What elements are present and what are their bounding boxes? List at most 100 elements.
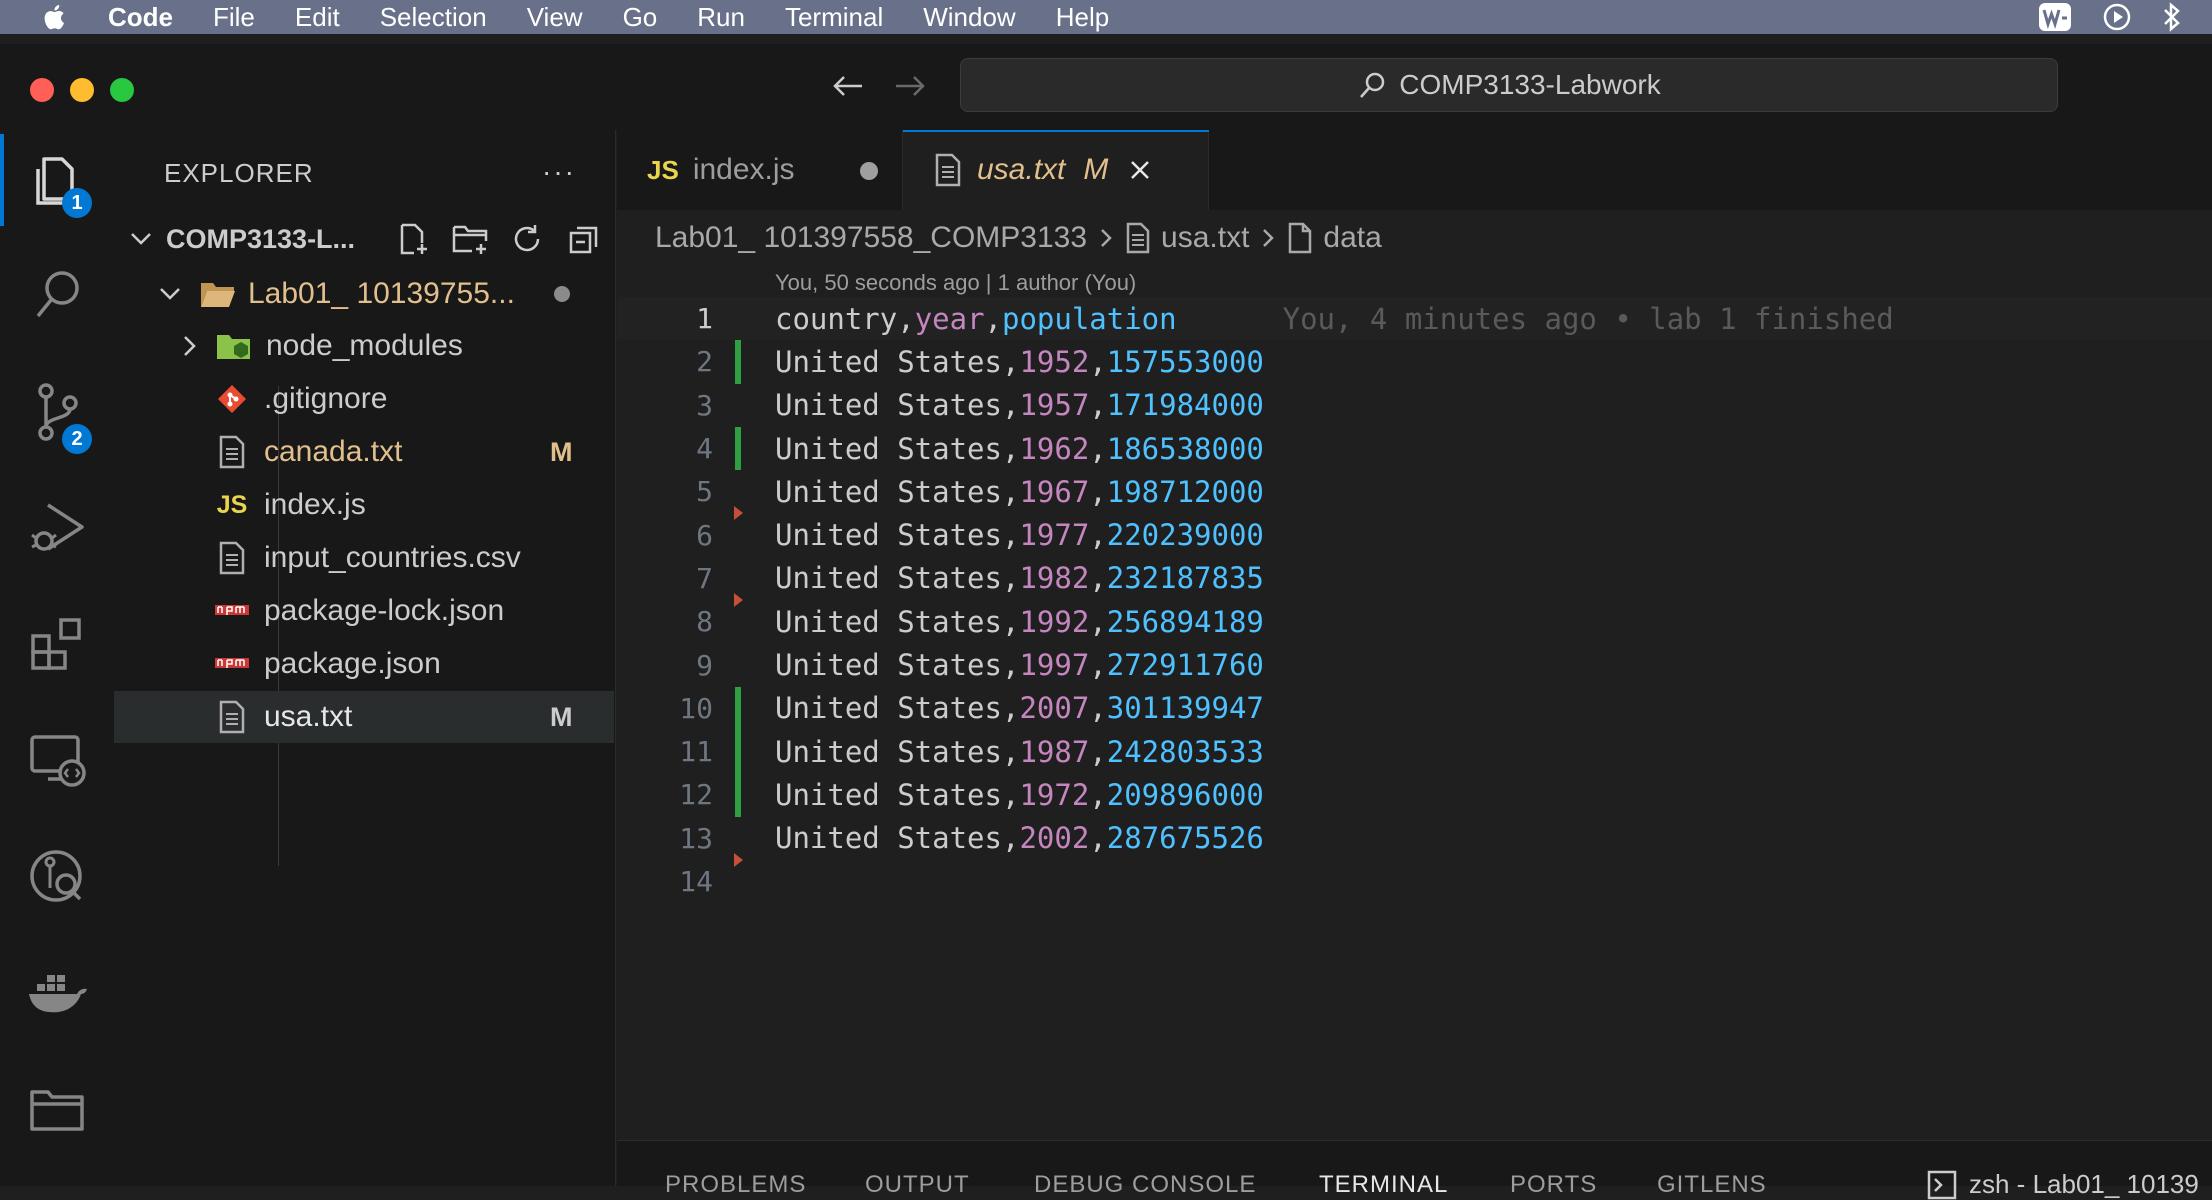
tree-item-label: usa.txt bbox=[264, 700, 353, 733]
code-editor[interactable]: 1 country,year,population You, 4 minutes… bbox=[617, 297, 2212, 903]
bluetooth-icon[interactable] bbox=[2162, 2, 2182, 32]
explorer-toolbar bbox=[392, 222, 620, 256]
menu-help[interactable]: Help bbox=[1056, 2, 1109, 33]
panel-tab-debug-console[interactable]: DEBUG CONSOLE bbox=[1034, 1171, 1256, 1199]
activity-search[interactable] bbox=[0, 246, 116, 346]
git-status-badge: M bbox=[550, 436, 573, 467]
unsaved-dot-icon[interactable] bbox=[860, 162, 878, 180]
code-line: 3 United States,1957,171984000 bbox=[617, 384, 2212, 427]
go-forward-arrow-icon[interactable] bbox=[892, 68, 928, 104]
command-center-search[interactable]: COMP3133-Labwork bbox=[960, 58, 2058, 112]
chevron-down-icon bbox=[152, 276, 188, 312]
menu-window[interactable]: Window bbox=[923, 2, 1015, 33]
tree-item-package-lock-json[interactable]: package-lock.json bbox=[116, 585, 616, 637]
refresh-icon[interactable] bbox=[506, 222, 548, 256]
code-line: 5 United States,1967,198712000 bbox=[617, 470, 2212, 521]
panel-tab-problems[interactable]: PROBLEMS bbox=[665, 1171, 806, 1199]
activity-gitlens[interactable] bbox=[0, 826, 116, 926]
tree-item-index-js[interactable]: JS index.js bbox=[116, 479, 616, 531]
activity-docker[interactable] bbox=[0, 942, 116, 1042]
terminal-instance[interactable]: zsh - Lab01_ 10139 bbox=[1927, 1169, 2199, 1200]
panel-tab-output[interactable]: OUTPUT bbox=[865, 1171, 970, 1199]
codelens-blame[interactable]: You, 50 seconds ago | 1 author (You) bbox=[775, 270, 1136, 296]
panel-tab-ports[interactable]: PORTS bbox=[1510, 1171, 1597, 1199]
gutter-added-marker[interactable] bbox=[735, 426, 741, 471]
activity-remote-explorer[interactable] bbox=[0, 710, 116, 810]
gutter-added-marker[interactable] bbox=[735, 729, 741, 774]
go-back-arrow-icon[interactable] bbox=[830, 68, 866, 104]
menu-selection[interactable]: Selection bbox=[380, 2, 487, 33]
tree-item-canada-txt[interactable]: canada.txt M bbox=[116, 426, 616, 478]
workspace-header[interactable]: COMP3133-L... bbox=[116, 216, 616, 262]
new-folder-icon[interactable] bbox=[449, 222, 491, 256]
tree-item-package-json[interactable]: package.json bbox=[116, 638, 616, 690]
menu-file[interactable]: File bbox=[213, 2, 255, 33]
line-number: 5 bbox=[696, 475, 713, 509]
wps-icon[interactable] bbox=[2038, 2, 2072, 32]
panel-tab-gitlens[interactable]: GITLENS bbox=[1657, 1171, 1767, 1199]
bottom-panel: PROBLEMS OUTPUT DEBUG CONSOLE TERMINAL P… bbox=[617, 1140, 2212, 1199]
text-file-icon bbox=[214, 434, 250, 470]
gutter bbox=[713, 643, 775, 686]
tree-item-usa-txt[interactable]: usa.txt M bbox=[114, 691, 614, 743]
gutter-added-marker[interactable] bbox=[735, 773, 741, 817]
breadcrumb-symbol[interactable]: data bbox=[1323, 221, 1381, 255]
file-icon bbox=[1287, 222, 1313, 254]
csv-field: 1997 bbox=[1019, 648, 1090, 683]
apple-icon[interactable] bbox=[40, 0, 70, 34]
tab-index-js[interactable]: JS index.js bbox=[617, 130, 903, 210]
activity-source-control[interactable]: 2 bbox=[0, 362, 116, 462]
activity-extensions[interactable] bbox=[0, 594, 116, 694]
csv-field: 287675526 bbox=[1106, 821, 1264, 856]
activity-project-manager[interactable] bbox=[0, 1058, 116, 1158]
terminal-icon bbox=[1927, 1170, 1957, 1200]
folder-modified-dot bbox=[554, 286, 570, 302]
csv-field: 256894189 bbox=[1106, 604, 1264, 639]
app-menu-code[interactable]: Code bbox=[108, 2, 173, 33]
window-close-button[interactable] bbox=[30, 78, 54, 102]
text-file-icon bbox=[214, 699, 250, 735]
javascript-icon: JS bbox=[647, 154, 679, 185]
explorer-more-actions[interactable]: ··· bbox=[542, 156, 576, 188]
close-icon[interactable] bbox=[1128, 158, 1152, 182]
text-file-icon bbox=[933, 153, 963, 187]
menu-edit[interactable]: Edit bbox=[295, 2, 340, 33]
workspace-name: COMP3133-L... bbox=[166, 223, 356, 254]
tab-usa-txt[interactable]: usa.txt M bbox=[903, 130, 1209, 210]
line-number: 14 bbox=[679, 865, 713, 898]
csv-separator: , bbox=[1089, 388, 1107, 423]
csv-separator: , bbox=[1089, 691, 1107, 726]
window-minimize-button[interactable] bbox=[70, 78, 94, 102]
tree-item-gitignore[interactable]: .gitignore bbox=[116, 373, 616, 425]
code-line: 14 bbox=[617, 860, 2212, 903]
play-circle-icon[interactable] bbox=[2102, 2, 2132, 32]
activity-explorer[interactable]: 1 bbox=[0, 130, 116, 230]
csv-field: 272911760 bbox=[1106, 648, 1264, 683]
code-line: 6 United States,1977,220239000 bbox=[617, 513, 2212, 556]
breadcrumb-file[interactable]: usa.txt bbox=[1161, 221, 1249, 255]
csv-field: 1982 bbox=[1019, 561, 1090, 596]
gutter-added-marker[interactable] bbox=[735, 340, 741, 384]
tree-item-input-countries-csv[interactable]: input_countries.csv bbox=[116, 532, 616, 584]
csv-separator: , bbox=[1089, 518, 1107, 553]
line-number: 2 bbox=[696, 345, 713, 379]
window-zoom-button[interactable] bbox=[110, 78, 134, 102]
tree-item-node-modules[interactable]: node_modules bbox=[116, 320, 616, 372]
menu-view[interactable]: View bbox=[527, 2, 583, 33]
csv-field: population bbox=[1002, 301, 1177, 336]
line-number: 12 bbox=[679, 778, 713, 812]
panel-tab-terminal[interactable]: TERMINAL bbox=[1319, 1171, 1448, 1199]
new-file-icon[interactable] bbox=[392, 222, 434, 256]
breadcrumb-folder[interactable]: Lab01_ 101397558_COMP3133 bbox=[655, 221, 1087, 255]
csv-separator: , bbox=[1089, 474, 1107, 509]
tree-folder-lab01[interactable]: Lab01_ 10139755... bbox=[116, 268, 616, 320]
activity-run-debug[interactable] bbox=[0, 478, 116, 578]
csv-separator: , bbox=[1089, 431, 1107, 466]
menu-run[interactable]: Run bbox=[697, 2, 745, 33]
collapse-all-icon[interactable] bbox=[563, 222, 605, 256]
code-text: United States,1977,220239000 bbox=[775, 518, 1264, 552]
menu-go[interactable]: Go bbox=[623, 2, 658, 33]
explorer-sidebar: EXPLORER ··· COMP3133-L... Lab01_ 101397… bbox=[114, 130, 616, 1186]
menu-terminal[interactable]: Terminal bbox=[785, 2, 883, 33]
gutter-added-marker[interactable] bbox=[735, 686, 741, 730]
